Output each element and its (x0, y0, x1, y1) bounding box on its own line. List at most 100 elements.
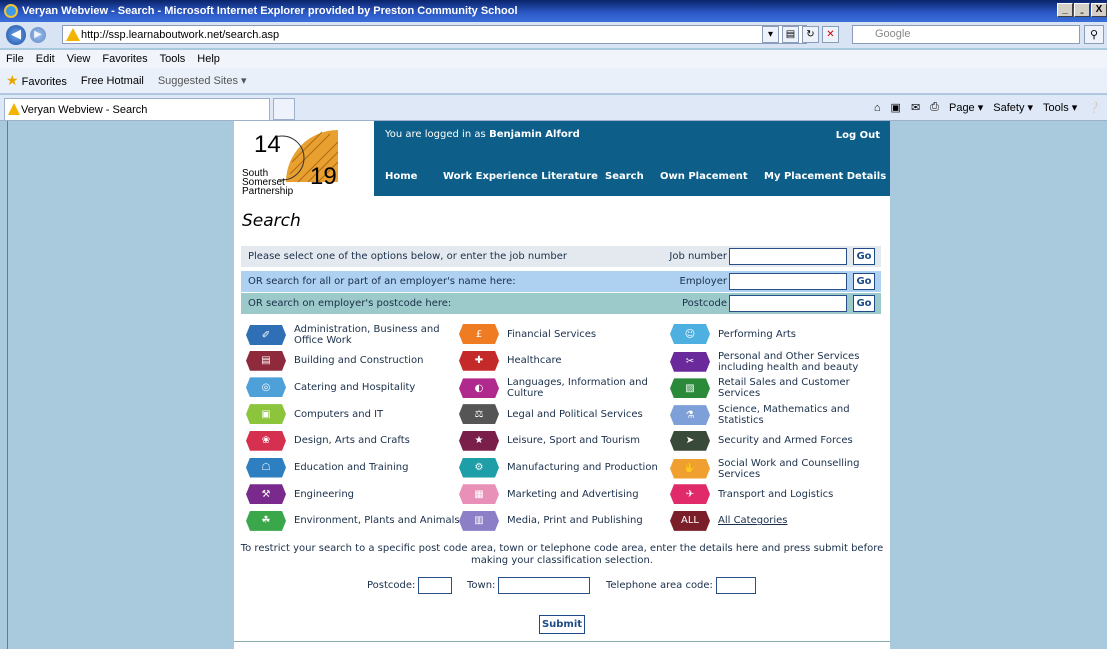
category-design-arts-and-crafts[interactable]: ❀ Design, Arts and Crafts (246, 430, 469, 451)
category-icon: £ (459, 324, 499, 344)
category-healthcare[interactable]: ✚ Healthcare (459, 350, 682, 371)
category-catering-and-hospitality[interactable]: ◎ Catering and Hospitality (246, 377, 469, 398)
partnership-logo: 14 South Somerset Partnership 19 (234, 121, 374, 197)
category-legal-and-political-services[interactable]: ⚖ Legal and Political Services (459, 404, 682, 425)
compat-view-icon[interactable]: ▤ (782, 26, 799, 43)
logout-link[interactable]: Log Out (836, 130, 880, 141)
category-label: Healthcare (507, 355, 562, 367)
category-icon: ▦ (459, 484, 499, 505)
safety-menu[interactable]: Safety ▾ (993, 101, 1033, 114)
login-status: You are logged in as Benjamin Alford (385, 129, 580, 140)
telephone-area-code-field[interactable] (715, 577, 756, 594)
category-media-print-and-publishing[interactable]: ▥ Media, Print and Publishing (459, 510, 682, 531)
menu-file[interactable]: File (6, 53, 24, 65)
new-tab-button[interactable] (273, 98, 295, 120)
print-icon[interactable]: ⎙ (930, 101, 939, 114)
menu-view[interactable]: View (67, 53, 91, 65)
feeds-icon[interactable]: ▣ (891, 101, 901, 114)
logo-19: 19 (310, 163, 337, 190)
category-computers-and-it[interactable]: ▣ Computers and IT (246, 404, 469, 425)
category-label: Manufacturing and Production (507, 462, 658, 473)
employer-input[interactable] (729, 273, 847, 290)
nav-work-experience-literature[interactable]: Work Experience Literature (443, 171, 598, 182)
category-label: Design, Arts and Crafts (294, 435, 410, 447)
stop-icon[interactable]: ✕ (822, 26, 839, 43)
category-leisure-sport-and-tourism[interactable]: ★ Leisure, Sport and Tourism (459, 430, 682, 451)
category-social-work-and-counselling-services[interactable]: ✋ Social Work and Counselling Services (670, 458, 893, 480)
forward-button[interactable]: ▶ (30, 27, 46, 43)
category-icon: ⚗ (670, 405, 710, 426)
category-transport-and-logistics[interactable]: ✈ Transport and Logistics (670, 484, 893, 505)
address-input[interactable]: http://ssp.learnaboutwork.net/search.asp (62, 25, 807, 44)
submit-button[interactable]: Submit (539, 615, 585, 634)
minimize-button[interactable]: _ (1057, 3, 1073, 17)
job-number-input[interactable] (729, 248, 847, 265)
menu-help[interactable]: Help (197, 53, 220, 65)
favorites-button[interactable]: ★ Favorites (6, 72, 67, 89)
category-icon: ⚙ (459, 457, 499, 478)
back-button[interactable]: ◀ (6, 25, 26, 45)
category-science-mathematics-and-statistics[interactable]: ⚗ Science, Mathematics and Statistics (670, 404, 893, 426)
nav-search[interactable]: Search (605, 171, 644, 182)
search-row-postcode: OR search on employer's postcode here: Po… (241, 293, 881, 314)
maximize-button[interactable]: ̱ (1074, 3, 1090, 17)
menu-edit[interactable]: Edit (36, 53, 55, 65)
search-input[interactable]: Google (852, 25, 1080, 44)
help-icon[interactable]: ❔ (1087, 101, 1101, 114)
category-building-and-construction[interactable]: ▤ Building and Construction (246, 350, 469, 371)
dropdown-arrow-icon[interactable]: ▾ (762, 26, 779, 43)
suggested-sites-link[interactable]: Suggested Sites ▾ (158, 74, 247, 87)
search-icon[interactable]: ⚲ (1084, 25, 1104, 44)
refresh-icon[interactable]: ↻ (802, 26, 819, 43)
postcode-field[interactable] (418, 577, 453, 594)
nav-own-placement[interactable]: Own Placement (660, 171, 748, 182)
nav-my-placement-details[interactable]: My Placement Details (764, 171, 886, 182)
phone-filter: Telephone area code: (606, 577, 756, 594)
menu-tools[interactable]: Tools (160, 53, 186, 65)
address-url: http://ssp.learnaboutwork.net/search.asp (81, 28, 280, 41)
category-financial-services[interactable]: £ Financial Services (459, 324, 682, 344)
category-administration-business-and-office-work[interactable]: ✐ Administration, Business and Office Wor… (246, 324, 469, 346)
close-button[interactable]: X (1091, 3, 1107, 17)
job-number-label: Job number (669, 251, 727, 262)
menu-bar: File Edit View Favorites Tools Help (0, 50, 1107, 68)
postcode-filter: Postcode: (367, 577, 453, 594)
search-row-text: Please select one of the options below, … (248, 251, 567, 262)
category-icon: ☺ (670, 324, 710, 344)
tools-menu[interactable]: Tools ▾ (1043, 101, 1077, 114)
category-education-and-training[interactable]: ☖ Education and Training (246, 457, 469, 478)
mail-icon[interactable]: ✉ (911, 101, 920, 114)
page-menu[interactable]: Page ▾ (949, 101, 983, 114)
category-performing-arts[interactable]: ☺ Performing Arts (670, 324, 893, 344)
town-field[interactable] (498, 577, 591, 594)
home-icon[interactable]: ⌂ (874, 102, 881, 114)
job-number-go-button[interactable]: Go (853, 248, 875, 265)
category-icon: ✋ (670, 458, 710, 479)
site-header: You are logged in as Benjamin Alford Log… (374, 121, 890, 196)
employer-go-button[interactable]: Go (853, 273, 875, 290)
nav-home[interactable]: Home (385, 171, 417, 182)
tab-veryan-search[interactable]: Veryan Webview - Search (4, 98, 270, 120)
category-retail-sales-and-customer-services[interactable]: ▧ Retail Sales and Customer Services (670, 377, 893, 399)
category-manufacturing-and-production[interactable]: ⚙ Manufacturing and Production (459, 457, 682, 478)
category-environment-plants-and-animals[interactable]: ☘ Environment, Plants and Animals (246, 510, 469, 531)
star-icon: ★ (6, 72, 19, 88)
logo-14: 14 (254, 131, 281, 158)
category-personal-and-other-services-including-health-and-beauty[interactable]: ✂ Personal and Other Services including h… (670, 351, 893, 373)
category-label: Engineering (294, 488, 354, 500)
divider (234, 641, 890, 642)
category-label: Personal and Other Services including he… (718, 350, 860, 373)
category-languages-information-and-culture[interactable]: ◐ Languages, Information and Culture (459, 377, 682, 399)
category-marketing-and-advertising[interactable]: ▦ Marketing and Advertising (459, 484, 682, 505)
ie-logo-icon (4, 4, 18, 18)
category-engineering[interactable]: ⚒ Engineering (246, 484, 469, 505)
category-icon: ❀ (246, 430, 286, 451)
postcode-input[interactable] (729, 295, 847, 312)
category-all-categories[interactable]: ALL All Categories (670, 510, 893, 531)
postcode-go-button[interactable]: Go (853, 295, 875, 312)
menu-favorites[interactable]: Favorites (102, 53, 147, 65)
category-label: Computers and IT (294, 408, 384, 420)
category-label: Catering and Hospitality (294, 381, 416, 393)
category-security-and-armed-forces[interactable]: ➤ Security and Armed Forces (670, 430, 893, 451)
free-hotmail-link[interactable]: Free Hotmail (81, 75, 144, 87)
